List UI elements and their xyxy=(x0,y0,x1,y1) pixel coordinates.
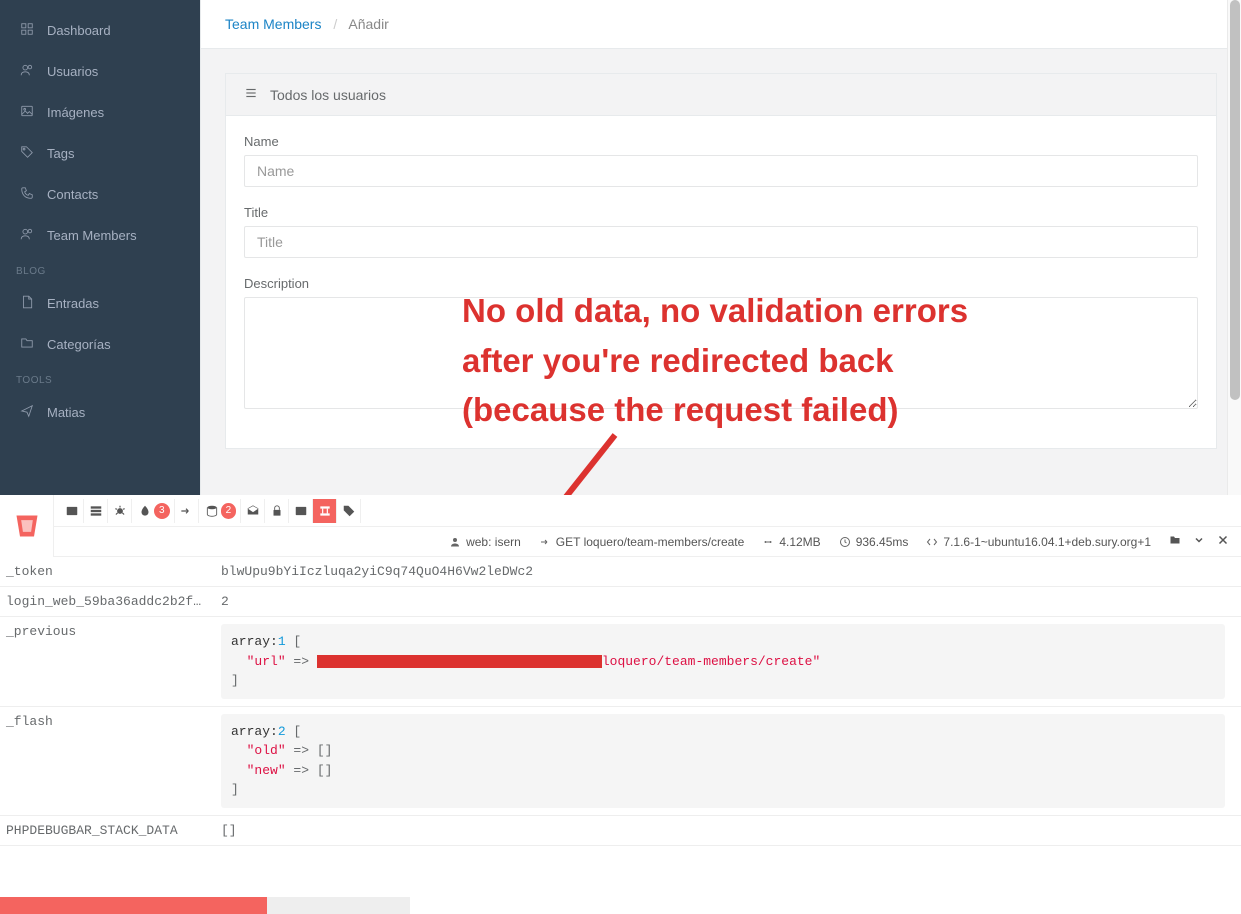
code-block: array:1 [ "url" => loquero/team-members/… xyxy=(221,624,1225,699)
debugbar-tabs: 3 2 xyxy=(0,495,1241,527)
chevron-down-icon[interactable] xyxy=(1193,534,1205,549)
sidebar-item-label: Usuarios xyxy=(47,64,98,79)
folder-icon[interactable] xyxy=(1169,534,1181,549)
main-content: Team Members / Añadir Todos los usuarios… xyxy=(200,0,1241,495)
debugbar-tab-mails[interactable] xyxy=(241,499,265,523)
sidebar-item-label: Matias xyxy=(47,405,85,420)
debugbar: 3 2 web: isern GET loquero/team-members/… xyxy=(0,495,1241,914)
debugbar-tab-timeline[interactable] xyxy=(84,499,108,523)
debugbar-tab-models[interactable] xyxy=(337,499,361,523)
session-row-stack: PHPDEBUGBAR_STACK_DATA [] xyxy=(0,816,1241,846)
sidebar-item-label: Contacts xyxy=(47,187,98,202)
sidebar-item-dashboard[interactable]: Dashboard xyxy=(0,10,200,51)
users-icon xyxy=(19,63,35,80)
sidebar-item-categorias[interactable]: Categorías xyxy=(0,324,200,365)
debugbar-tab-queries[interactable]: 2 xyxy=(199,499,242,523)
badge: 3 xyxy=(154,503,170,519)
status-php: 7.1.6-1~ubuntu16.04.1+deb.sury.org+1 xyxy=(920,535,1157,549)
folder-icon xyxy=(19,336,35,353)
title-input[interactable] xyxy=(244,226,1198,258)
phone-icon xyxy=(19,186,35,203)
sidebar-item-contacts[interactable]: Contacts xyxy=(0,174,200,215)
close-icon[interactable] xyxy=(1217,534,1229,549)
sidebar-heading-tools: TOOLS xyxy=(0,365,200,392)
breadcrumb-root[interactable]: Team Members xyxy=(225,16,321,32)
breadcrumb: Team Members / Añadir xyxy=(201,0,1241,49)
scrollbar-thumb[interactable] xyxy=(1230,0,1240,400)
session-row-flash: _flash array:2 [ "old" => [] "new" => []… xyxy=(0,707,1241,816)
sidebar-item-tags[interactable]: Tags xyxy=(0,133,200,174)
status-memory: 4.12MB xyxy=(756,535,826,549)
image-icon xyxy=(19,104,35,121)
debugbar-tab-messages[interactable] xyxy=(60,499,84,523)
redacted-bar xyxy=(317,655,602,668)
panel-heading: Todos los usuarios xyxy=(226,74,1216,116)
name-label: Name xyxy=(244,134,1198,149)
status-user: web: isern xyxy=(443,535,527,549)
sidebar-heading-blog: BLOG xyxy=(0,256,200,283)
debugbar-tab-request[interactable] xyxy=(289,499,313,523)
session-row-login: login_web_59ba36addc2b2f… 2 xyxy=(0,587,1241,617)
sidebar-item-imagenes[interactable]: Imágenes xyxy=(0,92,200,133)
sidebar-item-label: Imágenes xyxy=(47,105,104,120)
debugbar-tab-views[interactable]: 3 xyxy=(132,499,175,523)
sidebar-item-label: Entradas xyxy=(47,296,99,311)
description-textarea[interactable] xyxy=(244,297,1198,409)
sidebar-item-label: Team Members xyxy=(47,228,137,243)
debugbar-progress-fill xyxy=(0,897,267,914)
session-row-token: _token blwUpu9bYiIczluqa2yiC9q74QuO4H6Vw… xyxy=(0,557,1241,587)
session-row-previous: _previous array:1 [ "url" => loquero/tea… xyxy=(0,617,1241,707)
code-block: array:2 [ "old" => [] "new" => [] ] xyxy=(221,714,1225,808)
sidebar-item-team-members[interactable]: Team Members xyxy=(0,215,200,256)
tag-icon xyxy=(19,145,35,162)
sidebar-item-label: Tags xyxy=(47,146,74,161)
file-icon xyxy=(19,295,35,312)
sidebar-item-entradas[interactable]: Entradas xyxy=(0,283,200,324)
debugbar-tab-gate[interactable] xyxy=(265,499,289,523)
name-input[interactable] xyxy=(244,155,1198,187)
debugbar-status: web: isern GET loquero/team-members/crea… xyxy=(0,527,1241,557)
sidebar-item-usuarios[interactable]: Usuarios xyxy=(0,51,200,92)
list-icon xyxy=(244,86,258,103)
panel: Todos los usuarios Name Title Descriptio… xyxy=(225,73,1217,449)
debugbar-tab-route[interactable] xyxy=(175,499,199,523)
debugbar-progress xyxy=(0,897,410,914)
sidebar: Dashboard Usuarios Imágenes Tags Contact… xyxy=(0,0,200,495)
debugbar-logo-icon xyxy=(0,495,54,557)
panel-title: Todos los usuarios xyxy=(270,87,386,103)
badge: 2 xyxy=(221,503,237,519)
sidebar-item-label: Dashboard xyxy=(47,23,111,38)
sidebar-item-matias[interactable]: Matias xyxy=(0,392,200,433)
description-label: Description xyxy=(244,276,1198,291)
debugbar-tab-session[interactable] xyxy=(313,499,337,523)
dashboard-icon xyxy=(19,22,35,39)
status-time: 936.45ms xyxy=(833,535,915,549)
sidebar-item-label: Categorías xyxy=(47,337,111,352)
debugbar-body: _token blwUpu9bYiIczluqa2yiC9q74QuO4H6Vw… xyxy=(0,557,1241,914)
debugbar-tab-exceptions[interactable] xyxy=(108,499,132,523)
title-label: Title xyxy=(244,205,1198,220)
scrollbar[interactable] xyxy=(1227,0,1241,495)
breadcrumb-current: Añadir xyxy=(348,16,388,32)
plane-icon xyxy=(19,404,35,421)
status-request: GET loquero/team-members/create xyxy=(533,535,751,549)
breadcrumb-separator: / xyxy=(325,16,345,32)
users-icon xyxy=(19,227,35,244)
